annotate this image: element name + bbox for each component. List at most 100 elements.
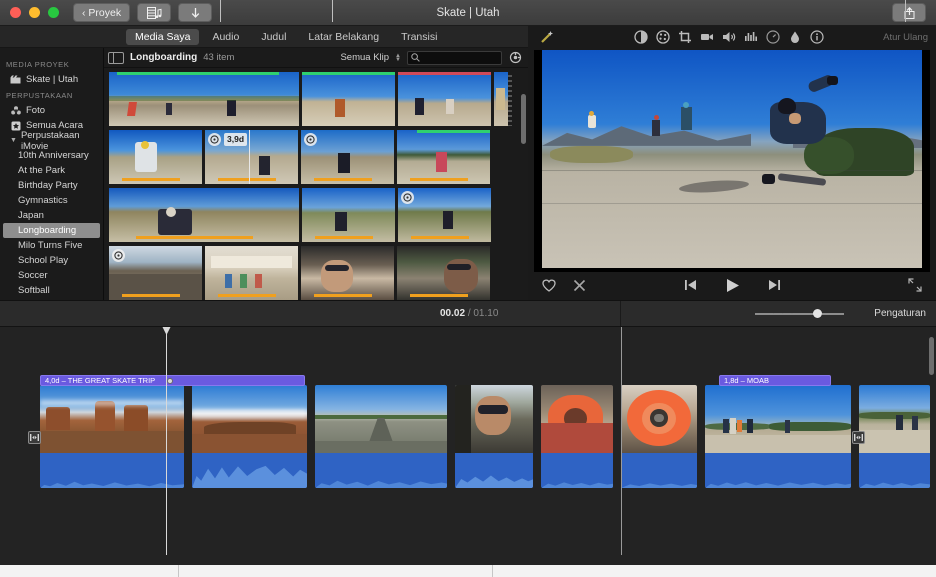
timeline[interactable]: 4,0d – THE GREAT SKATE TRIP 1,8d – MOAB [0, 327, 936, 577]
color-balance-icon[interactable] [630, 28, 652, 46]
timeline-zoom-slider[interactable]: · · · [755, 309, 844, 318]
filter-drop-icon[interactable] [784, 28, 806, 46]
playhead-marker[interactable] [162, 327, 171, 335]
color-correction-icon[interactable] [652, 28, 674, 46]
timeline-clip-wheel-close[interactable] [541, 385, 613, 488]
sidebar-item-10th-anniversary[interactable]: 10th Anniversary [0, 148, 103, 163]
zoom-knob[interactable] [813, 309, 822, 318]
clip-thumbnail[interactable] [302, 188, 395, 242]
timeline-clip-mesa[interactable] [40, 385, 184, 488]
clip-thumbnail[interactable] [109, 188, 299, 242]
media-library-button[interactable] [137, 3, 172, 22]
title-clip-moab[interactable]: 1,8d – MOAB [719, 375, 831, 386]
sidebar-item-foto[interactable]: Foto [0, 103, 103, 118]
sidebar-item-label: Milo Turns Five [18, 240, 83, 251]
title-clip-handle[interactable] [167, 378, 173, 384]
clip-selection-icon-right[interactable] [852, 431, 865, 444]
title-clip-great-skate-trip[interactable]: 4,0d – THE GREAT SKATE TRIP [40, 375, 305, 386]
timeline-playhead[interactable] [162, 327, 171, 555]
favorite-heart-icon[interactable] [538, 276, 560, 294]
import-media-button[interactable] [178, 3, 213, 22]
sidebar-toggle-icon[interactable] [108, 51, 124, 64]
search-icon [411, 53, 420, 62]
sidebar-item-label: Perpustakaan iMovie [20, 129, 80, 152]
search-field[interactable] [407, 50, 502, 65]
video-preview[interactable] [534, 50, 930, 272]
clip-thumbnail[interactable] [398, 72, 491, 126]
clip-audio-waveform [705, 453, 851, 488]
range-marker [122, 178, 180, 181]
speed-icon[interactable] [762, 28, 784, 46]
clip-filter-stepper[interactable]: ▲ ▼ [395, 53, 401, 63]
sidebar-item-birthday-party[interactable]: Birthday Party [0, 178, 103, 193]
timeline-clip-canyon[interactable] [192, 385, 307, 488]
clip-thumbnail[interactable]: 3,9d [205, 130, 298, 184]
tab-judul[interactable]: Judul [252, 29, 295, 45]
settings-button[interactable]: Pengaturan [874, 308, 926, 319]
reset-button[interactable]: Atur Ulang [883, 32, 928, 43]
search-input[interactable] [423, 52, 497, 63]
timeline-skimmer[interactable] [621, 327, 622, 555]
sidebar-item-school-play[interactable]: School Play [0, 253, 103, 268]
clip-thumbnail[interactable] [397, 246, 490, 300]
crop-icon[interactable] [674, 28, 696, 46]
sidebar-item-skate-utah[interactable]: Skate | Utah [0, 72, 103, 87]
tab-media-saya[interactable]: Media Saya [126, 28, 200, 45]
volume-icon[interactable] [718, 28, 740, 46]
timeline-clip-car[interactable] [455, 385, 533, 488]
sidebar-item-softball[interactable]: Softball [0, 283, 103, 298]
skip-forward-icon[interactable] [763, 276, 785, 294]
tab-transisi[interactable]: Transisi [392, 29, 446, 45]
viewer-toolbar: Atur Ulang [528, 26, 936, 48]
clip-thumbnail[interactable] [205, 246, 298, 300]
clip-thumbnail[interactable] [398, 188, 491, 242]
library-sidebar[interactable]: MEDIA PROYEK Skate | Utah PERPUSTAKAAN F… [0, 48, 104, 300]
traffic-lights[interactable] [0, 7, 59, 18]
sidebar-item-gymnastics[interactable]: Gymnastics [0, 193, 103, 208]
clip-thumbnail[interactable] [397, 130, 490, 184]
clip-thumbnail[interactable] [109, 72, 299, 126]
clip-grid[interactable]: 3,9d [104, 68, 528, 300]
clip-thumbnail-partial[interactable] [494, 72, 512, 126]
clip-thumbnail[interactable] [109, 130, 202, 184]
back-to-projects-button[interactable]: ‹ Proyek [73, 3, 131, 22]
timeline-clip-skater-road[interactable] [859, 385, 930, 488]
reject-x-icon[interactable] [568, 276, 590, 294]
fullscreen-icon[interactable] [904, 276, 926, 294]
sidebar-item-longboarding[interactable]: Longboarding [3, 223, 100, 238]
rejected-bar [398, 72, 491, 75]
sidebar-heading-perpustakaan: PERPUSTAKAAN [6, 91, 73, 100]
stabilization-icon[interactable] [696, 28, 718, 46]
clip-thumbnail[interactable] [109, 246, 202, 300]
close-button[interactable] [10, 7, 21, 18]
clip-thumbnail[interactable] [301, 130, 394, 184]
share-button[interactable] [892, 3, 926, 22]
timeline-clip-group-sky[interactable] [705, 385, 851, 488]
sidebar-item-soccer[interactable]: Soccer [0, 268, 103, 283]
tab-latar-belakang[interactable]: Latar Belakang [299, 29, 388, 45]
minimize-button[interactable] [29, 7, 40, 18]
timeline-clip-road[interactable] [315, 385, 447, 488]
zoom-button[interactable] [48, 7, 59, 18]
sidebar-item-japan[interactable]: Japan [0, 208, 103, 223]
timeline-clip-wheel-orange[interactable] [621, 385, 697, 488]
clip-filter-label[interactable]: Semua Klip [340, 52, 389, 63]
clip-selection-icon-left[interactable] [28, 431, 41, 444]
disclosure-triangle-icon[interactable]: ▼ [10, 137, 17, 144]
equalizer-icon[interactable] [740, 28, 762, 46]
magic-wand-icon[interactable] [536, 28, 558, 46]
play-icon[interactable] [721, 276, 743, 294]
tab-audio[interactable]: Audio [203, 29, 248, 45]
clip-thumbnail[interactable] [301, 246, 394, 300]
sidebar-item-perpustakaan-imovie[interactable]: ▼ Perpustakaan iMovie [0, 130, 103, 152]
zoom-track-right[interactable] [822, 312, 844, 315]
bottom-strip [0, 565, 936, 577]
sidebar-item-at-the-park[interactable]: At the Park [0, 163, 103, 178]
browser-settings-button[interactable] [508, 51, 522, 65]
timeline-scrollbar[interactable] [929, 337, 934, 375]
info-icon[interactable] [806, 28, 828, 46]
browser-scrollbar[interactable] [521, 94, 526, 144]
skip-back-icon[interactable] [679, 276, 701, 294]
clip-thumbnail[interactable] [302, 72, 395, 126]
sidebar-item-milo-turns-five[interactable]: Milo Turns Five [0, 238, 103, 253]
